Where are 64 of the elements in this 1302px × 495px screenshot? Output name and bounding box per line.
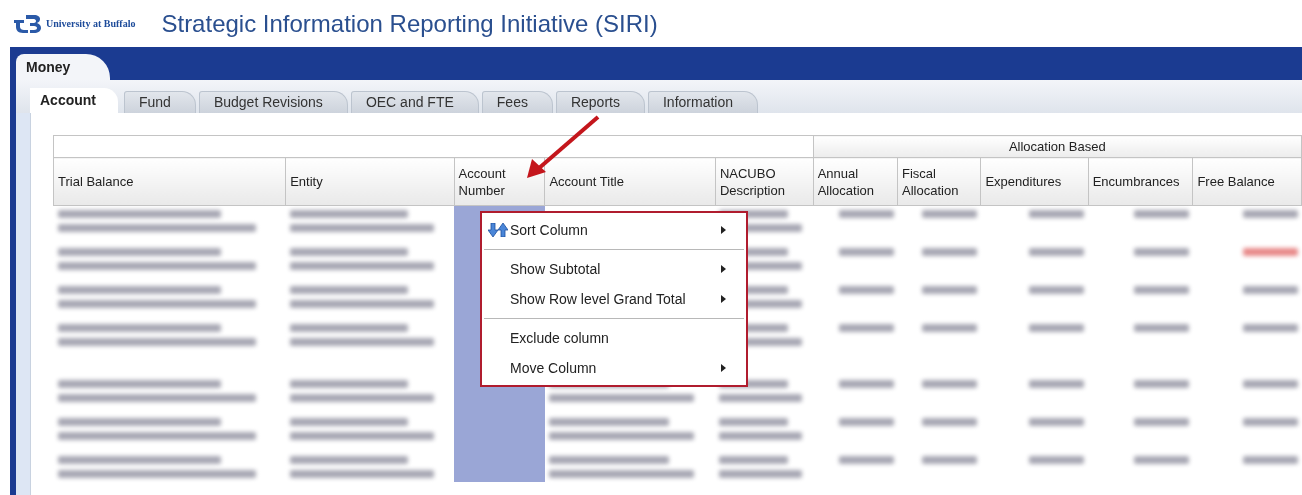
logo-text: University at Buffalo	[46, 17, 136, 31]
tab[interactable]: Budget Revisions	[198, 91, 348, 113]
tab[interactable]: Information	[647, 91, 758, 113]
redacted-text	[921, 247, 977, 256]
redacted-text	[1242, 210, 1298, 218]
redacted-text	[838, 210, 894, 218]
page-title: Strategic Information Reporting Initiative (SIRI)	[161, 8, 658, 39]
redacted-text	[1242, 285, 1298, 294]
column-header[interactable]: Fiscal Allocation	[897, 157, 981, 206]
redacted-text	[719, 417, 789, 426]
redacted-text	[1242, 455, 1298, 464]
redacted-text	[1133, 379, 1189, 388]
redacted-text	[921, 210, 977, 218]
tab[interactable]: Fees	[481, 91, 553, 113]
redacted-text	[1029, 247, 1085, 256]
redacted-text	[838, 379, 894, 388]
menu-item[interactable]: Show Row level Grand Total	[482, 284, 746, 314]
redacted-text	[838, 285, 894, 294]
redacted-text	[1242, 417, 1298, 426]
column-header[interactable]: NACUBO Description	[715, 157, 814, 206]
menu-item[interactable]: Show Subtotal	[482, 254, 746, 284]
redacted-text	[1029, 379, 1085, 388]
redacted-text	[1242, 247, 1298, 256]
tab[interactable]: Fund	[124, 91, 196, 113]
redacted-text	[1133, 455, 1189, 464]
redacted-text	[1133, 285, 1189, 294]
column-header[interactable]: Annual Allocation	[813, 157, 898, 206]
section-tab[interactable]: Money	[16, 54, 111, 80]
column-header[interactable]: Trial Balance	[53, 157, 286, 206]
redacted-text	[719, 455, 789, 464]
menu-item[interactable]: Move Column	[482, 353, 746, 383]
menu-item[interactable]: Sort Column	[482, 215, 746, 245]
redacted-text	[1029, 285, 1085, 294]
group-header: Allocation Based	[813, 135, 1302, 158]
tab[interactable]: Reports	[555, 91, 645, 113]
redacted-text	[1133, 210, 1189, 218]
menu-item[interactable]: Exclude column	[482, 323, 746, 353]
tab[interactable]: Account	[30, 88, 118, 113]
redacted-text	[838, 455, 894, 464]
redacted-text	[1029, 323, 1085, 332]
redacted-text	[838, 247, 894, 256]
redacted-text	[921, 417, 977, 426]
redacted-text	[1133, 417, 1189, 426]
redacted-text	[1029, 417, 1085, 426]
redacted-text	[838, 323, 894, 332]
redacted-text	[921, 379, 977, 388]
redacted-text	[1029, 455, 1085, 464]
column-header[interactable]: Entity	[285, 157, 455, 206]
redacted-text	[1133, 247, 1189, 256]
redacted-text	[921, 455, 977, 464]
redacted-text	[921, 285, 977, 294]
redacted-text	[921, 323, 977, 332]
logo-icon	[12, 13, 44, 34]
column-header[interactable]: Encumbrances	[1088, 157, 1193, 206]
redacted-text	[1242, 323, 1298, 332]
redacted-text	[1133, 323, 1189, 332]
redacted-text	[1029, 210, 1085, 218]
redacted-text	[1242, 379, 1298, 388]
redacted-text	[838, 417, 894, 426]
sort-icon	[488, 223, 508, 237]
column-header[interactable]: Expenditures	[980, 157, 1089, 206]
tab[interactable]: OEC and FTE	[350, 91, 479, 113]
column-header[interactable]: Free Balance	[1192, 157, 1302, 206]
column-header[interactable]: Account Title	[544, 157, 716, 206]
